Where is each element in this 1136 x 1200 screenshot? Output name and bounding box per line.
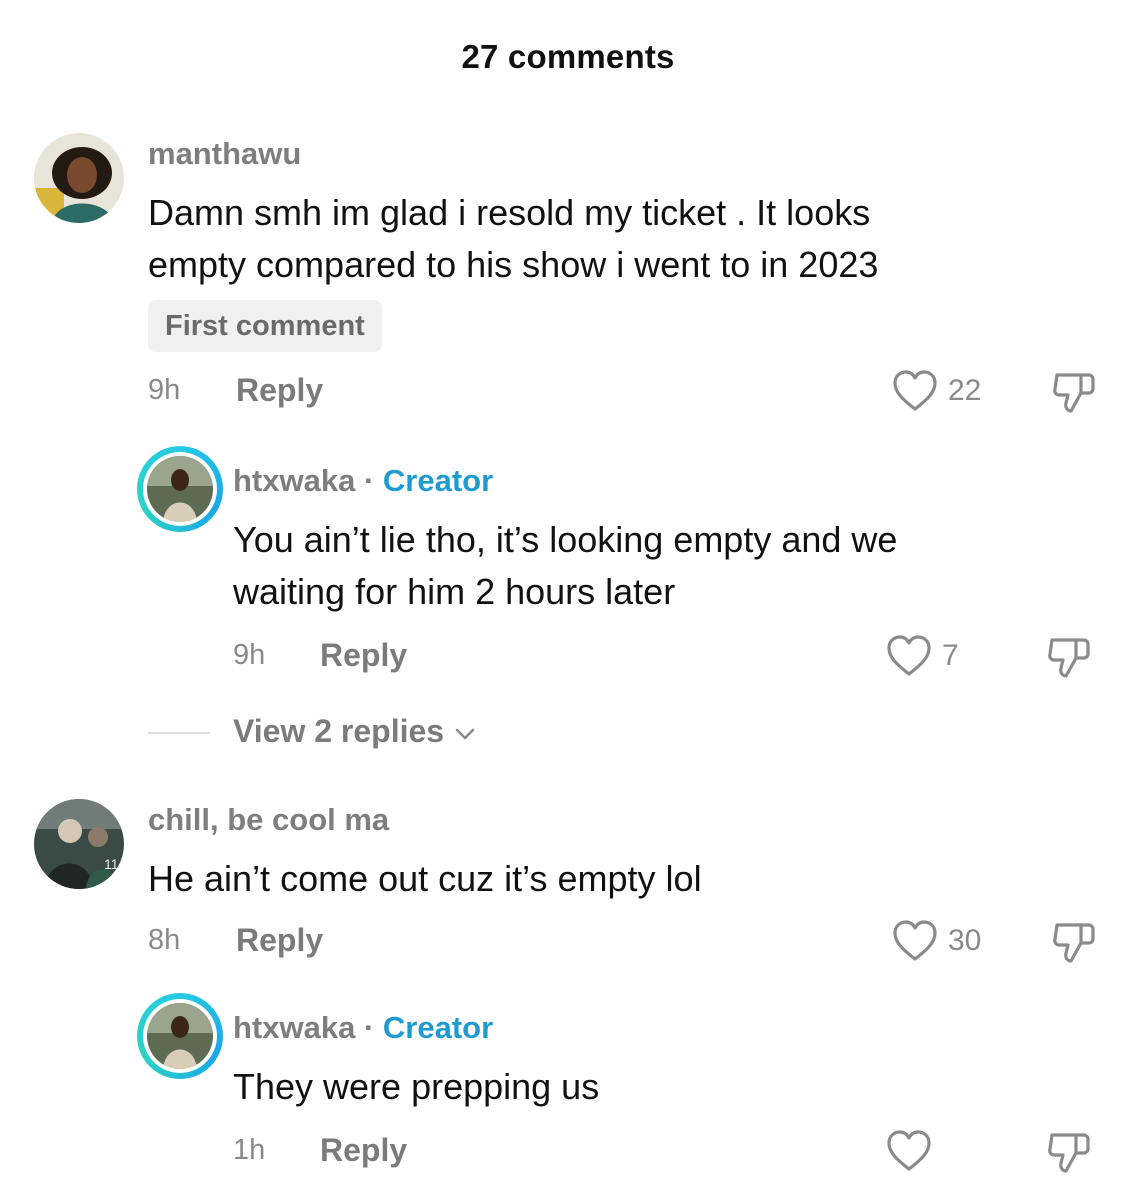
comment-timestamp: 8h bbox=[148, 924, 181, 956]
comments-count-title: 27 comments bbox=[461, 38, 675, 75]
comment-username[interactable]: chill, be cool ma bbox=[148, 802, 389, 838]
heart-outline-icon[interactable] bbox=[892, 369, 938, 418]
reply-text: You ain’t lie tho, it’s looking empty an… bbox=[233, 514, 897, 618]
thumbs-down-icon[interactable] bbox=[1046, 1129, 1092, 1180]
avatar[interactable]: 11 bbox=[34, 799, 124, 889]
reply-text-line: They were prepping us bbox=[233, 1066, 600, 1107]
creator-label: Creator bbox=[382, 1010, 494, 1045]
separator-dot: · bbox=[363, 463, 375, 498]
thumbs-down-icon[interactable] bbox=[1051, 369, 1097, 420]
separator-dot: · bbox=[363, 1010, 375, 1045]
first-comment-badge: First comment bbox=[148, 300, 382, 352]
like-count: 30 bbox=[948, 924, 982, 957]
thumbs-down-icon[interactable] bbox=[1046, 634, 1092, 685]
reply-button[interactable]: Reply bbox=[320, 637, 407, 674]
comment-text: He ain’t come out cuz it’s empty lol bbox=[148, 853, 702, 905]
creator-label: Creator bbox=[382, 463, 494, 498]
reply-text-line: You ain’t lie tho, it’s looking empty an… bbox=[233, 519, 898, 560]
comment-username[interactable]: manthawu bbox=[148, 136, 301, 172]
heart-outline-icon[interactable] bbox=[886, 634, 932, 683]
comment-text-line: He ain’t come out cuz it’s empty lol bbox=[148, 858, 702, 899]
like-count: 22 bbox=[948, 374, 982, 407]
reply-timestamp: 1h bbox=[233, 1134, 266, 1166]
comment-text-line: Damn smh im glad i resold my ticket . It… bbox=[148, 192, 871, 233]
creator-avatar-ring[interactable] bbox=[137, 446, 223, 532]
comment-text: Damn smh im glad i resold my ticket . It… bbox=[148, 187, 878, 291]
heart-outline-icon[interactable] bbox=[892, 919, 938, 968]
view-replies-button[interactable]: View 2 replies bbox=[233, 713, 477, 752]
reply-username[interactable]: htxwaka · Creator bbox=[233, 463, 493, 499]
view-replies-label[interactable]: View 2 replies bbox=[233, 713, 444, 749]
heart-outline-icon[interactable] bbox=[886, 1129, 932, 1178]
avatar[interactable] bbox=[34, 133, 124, 223]
reply-button[interactable]: Reply bbox=[236, 372, 323, 409]
reply-button[interactable]: Reply bbox=[236, 922, 323, 959]
creator-avatar-ring[interactable] bbox=[137, 993, 223, 1079]
comment-text-line: empty compared to his show i went to in … bbox=[148, 244, 879, 285]
svg-text:11: 11 bbox=[104, 856, 119, 872]
avatar[interactable] bbox=[147, 456, 213, 522]
replies-divider bbox=[148, 732, 210, 734]
reply-username[interactable]: htxwaka · Creator bbox=[233, 1010, 493, 1046]
reply-timestamp: 9h bbox=[233, 639, 266, 671]
reply-username-text[interactable]: htxwaka bbox=[233, 463, 355, 498]
reply-text-line: waiting for him 2 hours later bbox=[233, 571, 676, 612]
comment-timestamp: 9h bbox=[148, 374, 181, 406]
thumbs-down-icon[interactable] bbox=[1051, 919, 1097, 970]
reply-username-text[interactable]: htxwaka bbox=[233, 1010, 355, 1045]
chevron-down-icon[interactable] bbox=[453, 715, 477, 752]
reply-text: They were prepping us bbox=[233, 1061, 599, 1113]
avatar[interactable] bbox=[147, 1003, 213, 1069]
like-count: 7 bbox=[942, 639, 959, 672]
reply-button[interactable]: Reply bbox=[320, 1132, 407, 1169]
